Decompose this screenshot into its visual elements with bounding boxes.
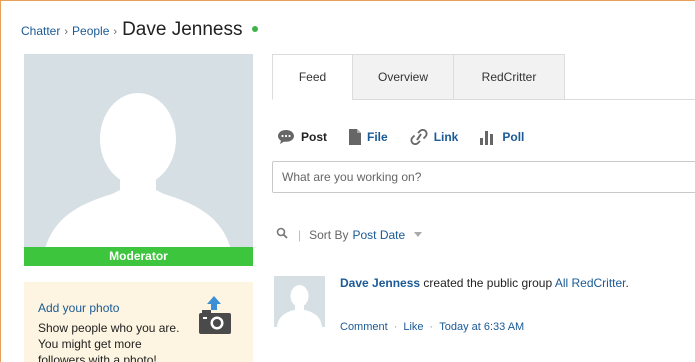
feed-end-punct: . bbox=[625, 276, 629, 290]
profile-tabs: Feed Overview RedCritter bbox=[272, 54, 565, 100]
feed-item-meta: Comment · Like · Today at 6:33 AM bbox=[340, 321, 524, 333]
tab-overview[interactable]: Overview bbox=[353, 54, 454, 100]
publisher-actions: Post File Link Poll bbox=[277, 129, 546, 145]
feed-item: Dave Jenness created the public group Al… bbox=[272, 269, 695, 349]
add-photo-description: Show people who you are. You might get m… bbox=[38, 321, 180, 362]
divider: | bbox=[298, 227, 302, 242]
timestamp-link[interactable]: Today at 6:33 AM bbox=[439, 321, 524, 333]
bar-chart-icon bbox=[480, 129, 496, 145]
breadcrumb-separator: › bbox=[64, 26, 69, 38]
breadcrumb-chatter[interactable]: Chatter bbox=[21, 24, 60, 38]
link-action[interactable]: Link bbox=[410, 129, 459, 145]
meta-separator: · bbox=[393, 321, 398, 333]
link-action-label: Link bbox=[433, 130, 459, 144]
link-icon bbox=[410, 129, 428, 145]
moderator-badge: Moderator bbox=[24, 247, 253, 266]
tab-redcritter[interactable]: RedCritter bbox=[454, 54, 565, 100]
breadcrumb: Chatter › People › Dave Jenness bbox=[21, 19, 259, 45]
file-action[interactable]: File bbox=[349, 129, 388, 145]
feed-verb: created the public group bbox=[420, 276, 555, 290]
page-title: Dave Jenness bbox=[122, 19, 243, 40]
meta-separator: · bbox=[429, 321, 434, 333]
file-action-label: File bbox=[367, 130, 388, 144]
post-input[interactable] bbox=[272, 161, 695, 193]
tab-feed[interactable]: Feed bbox=[272, 54, 353, 100]
profile-photo[interactable] bbox=[24, 54, 253, 266]
speech-bubble-icon bbox=[277, 129, 295, 145]
profile-page: Chatter › People › Dave Jenness Moderato… bbox=[0, 0, 695, 362]
online-status-icon bbox=[252, 26, 259, 32]
search-icon[interactable] bbox=[276, 227, 288, 242]
feed-author-link[interactable]: Dave Jenness bbox=[340, 276, 420, 290]
sort-dropdown[interactable]: Post Date bbox=[352, 228, 405, 242]
camera-upload-icon[interactable] bbox=[194, 296, 234, 339]
comment-link[interactable]: Comment bbox=[340, 321, 388, 333]
breadcrumb-people[interactable]: People bbox=[72, 24, 109, 38]
post-action-label: Post bbox=[301, 130, 328, 144]
breadcrumb-separator: › bbox=[113, 26, 118, 38]
poll-action[interactable]: Poll bbox=[480, 129, 524, 145]
feed-item-text: Dave Jenness created the public group Al… bbox=[340, 276, 629, 290]
tabs-divider bbox=[352, 99, 695, 100]
like-link[interactable]: Like bbox=[403, 321, 423, 333]
feed-group-link[interactable]: All RedCritter bbox=[555, 276, 626, 290]
document-icon bbox=[349, 129, 362, 145]
poll-action-label: Poll bbox=[502, 130, 525, 144]
chevron-down-icon[interactable] bbox=[414, 232, 423, 237]
post-action[interactable]: Post bbox=[277, 129, 327, 145]
sort-label: Sort By bbox=[309, 227, 349, 242]
add-photo-panel: Add your photo Show people who you are. … bbox=[24, 282, 253, 362]
default-avatar-icon bbox=[42, 93, 234, 266]
add-photo-link[interactable]: Add your photo bbox=[38, 301, 119, 315]
avatar[interactable] bbox=[274, 276, 325, 327]
feed-sort-bar: | Sort By Post Date bbox=[276, 227, 423, 242]
